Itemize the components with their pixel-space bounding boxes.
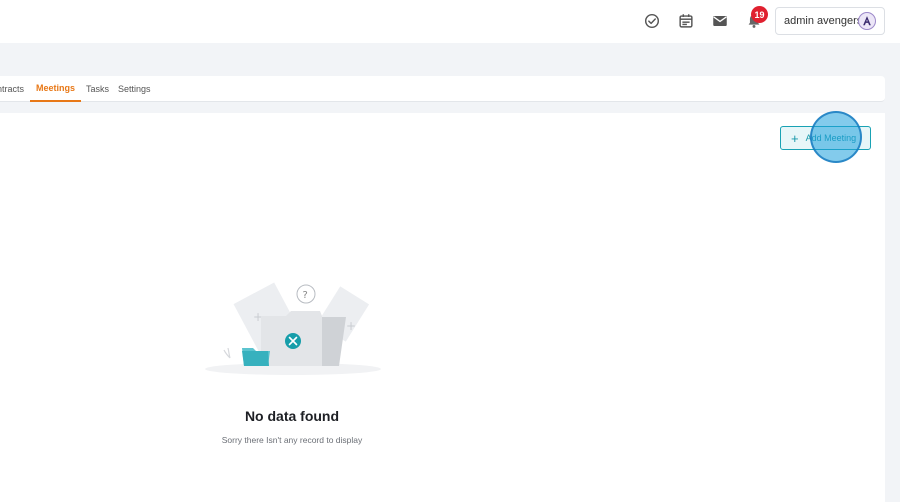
empty-folder-illustration: + + ? <box>198 278 388 378</box>
meetings-panel <box>0 113 885 502</box>
tab-settings[interactable]: Settings <box>118 76 151 102</box>
user-menu[interactable]: admin avengers <box>775 7 885 35</box>
tab-bar: ntracts Meetings Tasks Settings <box>0 76 885 102</box>
empty-state-subtitle: Sorry there Isn't any record to display <box>221 435 363 445</box>
notification-count-badge: 19 <box>751 6 768 23</box>
calendar-icon[interactable] <box>677 12 695 30</box>
avatar <box>858 12 876 30</box>
add-meeting-button[interactable]: + Add Meeting <box>780 126 871 150</box>
mail-icon[interactable] <box>711 12 729 30</box>
check-circle-icon[interactable] <box>643 12 661 30</box>
svg-text:?: ? <box>303 290 308 301</box>
plus-icon: + <box>791 130 799 146</box>
tab-meetings[interactable]: Meetings <box>30 76 82 102</box>
top-bar: 19 admin avengers <box>0 0 900 43</box>
tab-contracts[interactable]: ntracts <box>0 76 24 102</box>
add-meeting-label: Add Meeting <box>805 133 857 143</box>
svg-text:+: + <box>346 319 356 333</box>
tab-tasks[interactable]: Tasks <box>86 76 109 102</box>
user-name: admin avengers <box>784 15 863 27</box>
empty-state-title: No data found <box>244 408 340 424</box>
